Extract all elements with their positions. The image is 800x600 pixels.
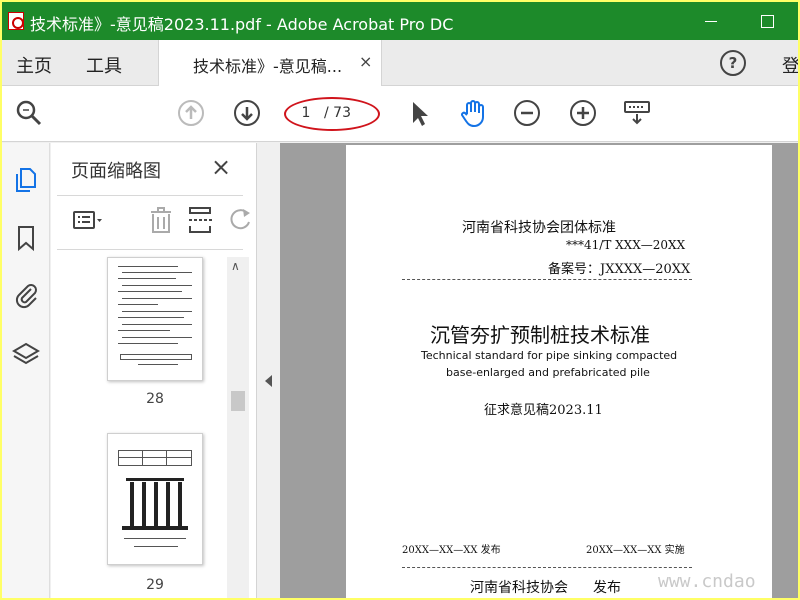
arrow-down-circle-icon[interactable] [232, 98, 262, 128]
bookmark-icon[interactable] [11, 223, 41, 253]
acrobat-window: 技术标准》-意见稿2023.11.pdf - Adobe Acrobat Pro… [2, 2, 798, 598]
release-date: 20XX—XX—XX 发布 [402, 545, 501, 556]
keyboard-icon[interactable] [622, 98, 652, 128]
implementation-date: 20XX—XX—XX 实施 [586, 545, 685, 556]
panel-collapse-strip[interactable] [258, 143, 280, 598]
close-panel-icon[interactable]: × [211, 153, 231, 181]
plus-circle-icon[interactable] [568, 98, 598, 128]
attachment-icon[interactable] [11, 279, 41, 309]
collapse-arrow-icon[interactable] [265, 375, 272, 387]
main-toolbar: / 73 [2, 86, 798, 142]
panel-divider [57, 195, 243, 196]
standard-code: ***41/T XXX—20XX [566, 238, 686, 252]
login-link[interactable]: 登 [782, 52, 798, 78]
page-thumbnail-28[interactable] [107, 257, 203, 381]
document-title-cn: 沉管夯扩预制桩技术标准 [430, 323, 650, 347]
page-thumbnail-29[interactable] [107, 433, 203, 565]
tab-tools[interactable]: 工具 [86, 52, 122, 78]
left-navigation-rail [2, 143, 50, 598]
pointer-arrow-icon[interactable] [404, 98, 434, 128]
magnifier-icon[interactable] [14, 98, 44, 128]
document-tab-label: 技术标准》-意见稿... [193, 57, 343, 76]
thumbnail-page-number: 29 [146, 577, 164, 593]
tab-home[interactable]: 主页 [16, 52, 52, 78]
trash-icon[interactable] [145, 205, 177, 235]
record-number: 备案号：JXXXX—20XX [548, 262, 691, 277]
panel-divider [57, 249, 243, 250]
document-title-en-1: Technical standard for pipe sinking comp… [421, 349, 678, 362]
pdf-page: 河南省科技协会团体标准 ***41/T XXX—20XX 备案号：JXXXX—2… [346, 145, 772, 598]
publish-label: 发布 [593, 580, 621, 596]
document-title-en-2: base-enlarged and prefabricated pile [446, 366, 650, 379]
hand-icon[interactable] [458, 98, 488, 128]
acrobat-logo-icon [8, 12, 24, 30]
page-thumbnails-icon[interactable] [11, 165, 41, 195]
tab-bar: 主页 工具 技术标准》-意见稿... × ? 登 [2, 40, 798, 86]
minimize-button[interactable] [696, 8, 726, 34]
document-tab[interactable]: 技术标准》-意见稿... × [158, 40, 382, 86]
rotate-icon[interactable] [225, 205, 257, 235]
maximize-button[interactable] [752, 8, 782, 34]
close-tab-icon[interactable]: × [359, 52, 372, 71]
arrow-up-circle-icon[interactable] [176, 98, 206, 128]
layers-icon[interactable] [11, 339, 41, 369]
title-bar: 技术标准》-意见稿2023.11.pdf - Adobe Acrobat Pro… [2, 2, 798, 40]
highlight-annotation-oval [284, 97, 380, 131]
header-rule [402, 279, 692, 280]
insert-page-icon[interactable] [185, 205, 217, 235]
panel-title: 页面缩略图 [71, 161, 161, 182]
thumbnail-page-number: 28 [146, 391, 164, 407]
minus-circle-icon[interactable] [512, 98, 542, 128]
thumbnail-scrollbar[interactable]: ∧ [227, 257, 249, 598]
scroll-up-arrow-icon[interactable]: ∧ [231, 259, 240, 273]
draft-label: 征求意见稿2023.11 [484, 403, 603, 418]
watermark-text: www.cndao [658, 571, 756, 592]
footer-rule [402, 567, 692, 568]
scrollbar-thumb[interactable] [231, 391, 245, 411]
org-standard-heading: 河南省科技协会团体标准 [462, 220, 616, 236]
document-view[interactable]: 河南省科技协会团体标准 ***41/T XXX—20XX 备案号：JXXXX—2… [280, 143, 798, 598]
window-title: 技术标准》-意见稿2023.11.pdf - Adobe Acrobat Pro… [30, 15, 454, 34]
thumbnail-options-icon[interactable] [71, 205, 103, 235]
publisher-name: 河南省科技协会 [470, 580, 568, 596]
help-icon[interactable]: ? [720, 50, 746, 76]
page-thumbnails-panel: 页面缩略图 × 28 29 ∧ [51, 143, 257, 598]
